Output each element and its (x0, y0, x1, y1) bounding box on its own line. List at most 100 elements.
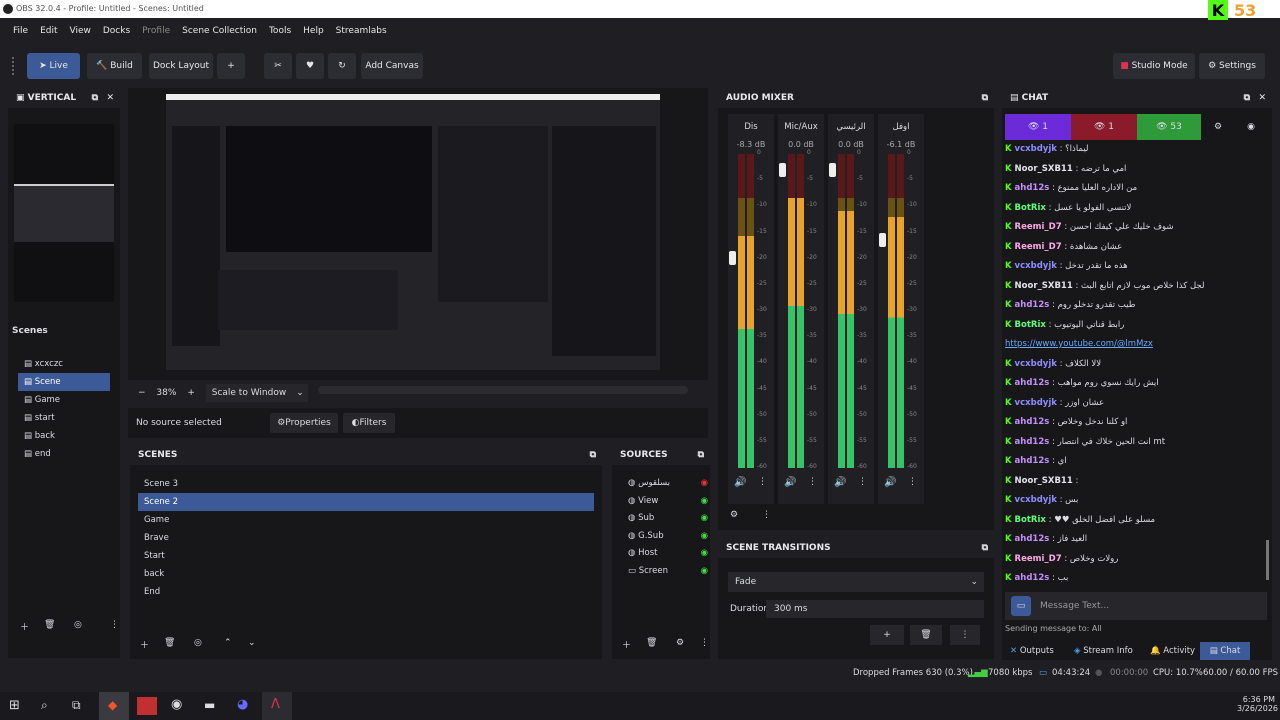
chat-username[interactable]: ahd12s (1015, 183, 1050, 193)
chat-username[interactable]: vcxbdyjk (1015, 359, 1057, 369)
add-icon[interactable]: ＋ (622, 638, 631, 651)
list-item[interactable]: ▭ Screen ◉ (622, 563, 708, 581)
list-item[interactable]: back (138, 565, 594, 583)
list-item[interactable]: Start (138, 547, 594, 565)
undock-icon[interactable]: ⧉ (982, 538, 988, 558)
chat-username[interactable]: BotRix (1015, 515, 1046, 525)
voicemod-icon[interactable] (137, 697, 157, 715)
chat-username[interactable]: Noor_SXB11 (1015, 164, 1073, 174)
close-icon[interactable]: ✕ (1258, 88, 1266, 108)
move-down-icon[interactable]: ⌄ (248, 638, 256, 648)
menu-profile[interactable]: Profile (136, 20, 176, 42)
list-item[interactable]: End (138, 583, 594, 601)
volume-fader[interactable] (779, 163, 786, 177)
more-icon[interactable]: ⋮ (758, 477, 767, 487)
chat-username[interactable]: ahd12s (1015, 573, 1050, 583)
trash-icon[interactable]: 🗑 (44, 620, 55, 630)
undock-icon[interactable]: ⧉ (1244, 88, 1250, 108)
menu-view[interactable]: View (64, 20, 97, 42)
more-icon[interactable]: ⋮ (858, 477, 867, 487)
build-button[interactable]: 🔨 Build (87, 53, 142, 79)
volume-fader[interactable] (829, 163, 836, 177)
add-icon[interactable]: ＋ (20, 620, 29, 633)
speaker-icon[interactable]: 🔊 (734, 477, 746, 488)
undock-icon[interactable]: ⧉ (92, 88, 98, 108)
list-item[interactable]: ◍ View ◉ (622, 493, 708, 511)
eye-icon[interactable]: ◉ (701, 528, 708, 546)
trash-icon[interactable]: 🗑 (910, 625, 942, 645)
chat-username[interactable]: ahd12s (1015, 437, 1050, 447)
list-item[interactable]: Scene 2 (138, 493, 594, 511)
add-transition-button[interactable]: + (870, 625, 904, 645)
transition-select[interactable]: Fade ⌄ (728, 572, 984, 592)
chat-username[interactable]: Reemi_D7 (1015, 242, 1062, 252)
live-button[interactable]: ➤ Live (27, 53, 80, 79)
eye-icon[interactable]: ◉ (701, 563, 708, 581)
list-item[interactable]: ▤ back (18, 427, 110, 445)
preview-canvas[interactable] (166, 94, 660, 370)
filters-button[interactable]: ◐Filters (343, 413, 395, 433)
move-up-icon[interactable]: ⌃ (224, 638, 232, 648)
task-view-icon[interactable]: ⧉ (72, 698, 81, 713)
taskbar-clock[interactable]: 6:36 PM 3/26/2026 (1237, 695, 1278, 713)
eye-icon[interactable]: ◉ (701, 510, 708, 528)
close-icon[interactable]: ✕ (106, 88, 114, 108)
undock-icon[interactable]: ⧉ (590, 445, 596, 465)
list-item[interactable]: ◍ بسلقوس ◉ (622, 475, 708, 493)
eye-hidden-icon[interactable]: ◉ (701, 475, 708, 493)
chat-username[interactable]: ahd12s (1015, 300, 1050, 310)
tab-activity[interactable]: 🔔 Activity (1150, 642, 1195, 660)
eye-icon[interactable]: ◉ (701, 545, 708, 563)
chat-username[interactable]: Noor_SXB11 (1015, 476, 1073, 486)
chat-username[interactable]: ahd12s (1015, 417, 1050, 427)
chat-username[interactable]: vcxbdyjk (1015, 261, 1057, 271)
menu-scene-collection[interactable]: Scene Collection (176, 20, 263, 42)
more-icon[interactable]: ⋮ (908, 477, 917, 487)
chat-username[interactable]: ahd12s (1015, 378, 1050, 388)
more-icon[interactable]: ⋮ (808, 477, 817, 487)
eye-icon[interactable]: ◉ (701, 493, 708, 511)
chat-username[interactable]: Reemi_D7 (1015, 554, 1062, 564)
compass-icon[interactable]: ◉ (1238, 114, 1264, 140)
menu-edit[interactable]: Edit (34, 20, 63, 42)
trash-icon[interactable]: 🗑 (646, 638, 657, 648)
add-icon[interactable]: ＋ (140, 638, 149, 651)
search-icon[interactable]: ⌕ (41, 698, 48, 713)
chat-scrollbar[interactable] (1266, 540, 1269, 580)
menu-docks[interactable]: Docks (97, 20, 136, 42)
undock-icon[interactable]: ⧉ (982, 88, 988, 108)
list-item[interactable]: ◍ Host ◉ (622, 545, 708, 563)
preview-scrollbar[interactable] (318, 386, 688, 394)
menu-tools[interactable]: Tools (263, 20, 297, 42)
chat-username[interactable]: BotRix (1015, 320, 1046, 330)
chat-username[interactable]: BotRix (1015, 203, 1046, 213)
speaker-icon[interactable]: 🔊 (834, 477, 846, 488)
speaker-icon[interactable]: 🔊 (784, 477, 796, 488)
scale-select[interactable]: Scale to Window ⌄ (205, 384, 308, 402)
properties-button[interactable]: ⚙Properties (270, 413, 338, 433)
chat-link[interactable]: https://www.youtube.com/@lmMzx (1005, 339, 1153, 349)
chat-username[interactable]: vcxbdyjk (1015, 398, 1057, 408)
more-icon[interactable]: ⋮ (762, 510, 771, 520)
windows-start-icon[interactable]: ⊞ (9, 698, 20, 713)
list-item[interactable]: Game (138, 511, 594, 529)
chat-username[interactable]: ahd12s (1015, 456, 1050, 466)
list-item[interactable]: ▤ end (18, 445, 110, 463)
zoom-in-button[interactable]: + (179, 388, 203, 398)
tools-icon[interactable]: ✂ (264, 53, 292, 79)
list-item[interactable]: ▤ Game (18, 391, 110, 409)
chat-username[interactable]: Noor_SXB11 (1015, 281, 1073, 291)
filter-icon[interactable]: ◎ (194, 638, 202, 648)
more-icon[interactable]: ⋮ (950, 625, 980, 645)
volume-fader[interactable] (879, 233, 886, 247)
trash-icon[interactable]: 🗑 (164, 638, 175, 648)
tab-outputs[interactable]: ✕ Outputs (1010, 642, 1054, 660)
speaker-icon[interactable]: 🔊 (884, 477, 896, 488)
list-item[interactable]: ▤ start (18, 409, 110, 427)
toolbar-grip[interactable] (12, 57, 18, 75)
filter-icon[interactable]: ◎ (74, 620, 82, 630)
chat-username[interactable]: vcxbdyjk (1015, 144, 1057, 154)
list-item[interactable]: ◍ Sub ◉ (622, 510, 708, 528)
duration-input[interactable]: 300 ms (766, 600, 984, 618)
obs-icon[interactable]: ◉ (171, 697, 182, 712)
